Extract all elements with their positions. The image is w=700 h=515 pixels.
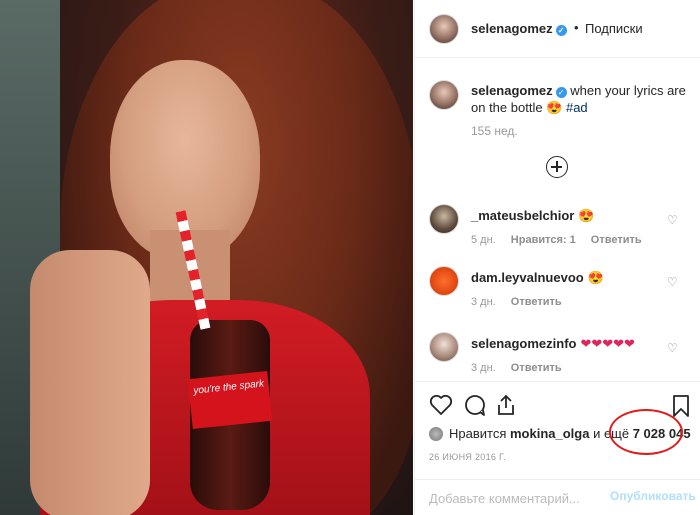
comment-likes[interactable]: Нравится: 1 (511, 234, 576, 246)
comment-time[interactable]: 3 дн. (471, 296, 496, 308)
load-more-comments-plus-circle-icon[interactable] (546, 156, 568, 178)
add-comment-input[interactable] (429, 488, 609, 508)
comment-text: selenagomezinfo ❤❤❤❤❤ (471, 336, 635, 352)
comment-username[interactable]: _mateusbelchior (471, 208, 574, 223)
comment-text: _mateusbelchior 😍 (471, 208, 595, 224)
comment-item: selenagomezinfo ❤❤❤❤❤ 3 дн. Ответить ♡ (415, 332, 700, 382)
comment-like-heart-icon[interactable]: ♡ (667, 342, 679, 354)
caption-username[interactable]: selenagomez (471, 83, 553, 98)
caption-hashtag[interactable]: #ad (566, 100, 588, 115)
caption-timestamp[interactable]: 155 нед. (471, 124, 518, 138)
comment-reply-button[interactable]: Ответить (511, 362, 562, 374)
comment-meta: 3 дн. Ответить (471, 296, 574, 308)
comment-username[interactable]: selenagomezinfo (471, 336, 576, 351)
comment-like-heart-icon[interactable]: ♡ (667, 214, 679, 226)
caption-text: selenagomez ✓ when your lyrics are on the… (471, 82, 693, 116)
comment-username[interactable]: dam.leyvalnuevoo (471, 270, 584, 285)
likes-prefix: Нравится (449, 426, 510, 441)
comment-reply-button[interactable]: Ответить (511, 296, 562, 308)
post-date[interactable]: 26 ИЮНЯ 2016 Г. (429, 452, 506, 462)
comment-emoji: ❤❤❤❤❤ (580, 336, 635, 351)
header-separator: • (574, 20, 579, 35)
caption-avatar[interactable] (429, 80, 459, 110)
comment-reply-button[interactable]: Ответить (591, 234, 642, 246)
post-photo[interactable]: you're the spark (0, 0, 413, 515)
add-comment-bar: Опубликовать (415, 479, 700, 515)
comment-meta: 5 дн. Нравится: 1 Ответить (471, 234, 654, 246)
publish-comment-button[interactable]: Опубликовать (610, 489, 696, 503)
author-avatar[interactable] (429, 14, 459, 44)
bottle-label: you're the spark (187, 370, 273, 430)
like-heart-icon[interactable] (429, 394, 453, 420)
verified-badge-icon: ✓ (555, 25, 567, 36)
comment-avatar[interactable] (429, 332, 459, 362)
comment-item: dam.leyvalnuevoo 😍 3 дн. Ответить ♡ (415, 266, 700, 316)
comment-item: _mateusbelchior 😍 5 дн. Нравится: 1 Ответ… (415, 204, 700, 254)
comment-emoji: 😍 (587, 270, 604, 285)
comment-meta: 3 дн. Ответить (471, 362, 574, 374)
comment-text: dam.leyvalnuevoo 😍 (471, 270, 604, 286)
share-icon[interactable] (495, 394, 517, 420)
liker-avatar (429, 427, 443, 441)
author-username[interactable]: selenagomez ✓ (471, 21, 567, 36)
liker-username[interactable]: mokina_olga (510, 426, 589, 441)
comment-time[interactable]: 3 дн. (471, 362, 496, 374)
comment-emoji: 😍 (578, 208, 595, 223)
comment-avatar[interactable] (429, 266, 459, 296)
comment-bubble-icon[interactable] (463, 394, 487, 420)
post-side-panel: selenagomez ✓ • Подписки selenagomez ✓ whe… (414, 0, 700, 515)
post-header: selenagomez ✓ • Подписки (415, 0, 700, 58)
red-circle-annotation (609, 409, 683, 455)
verified-badge-icon: ✓ (555, 87, 567, 98)
comment-time[interactable]: 5 дн. (471, 234, 496, 246)
following-button[interactable]: Подписки (585, 21, 643, 36)
comment-like-heart-icon[interactable]: ♡ (667, 276, 679, 288)
photo-arm (30, 250, 150, 515)
comment-avatar[interactable] (429, 204, 459, 234)
